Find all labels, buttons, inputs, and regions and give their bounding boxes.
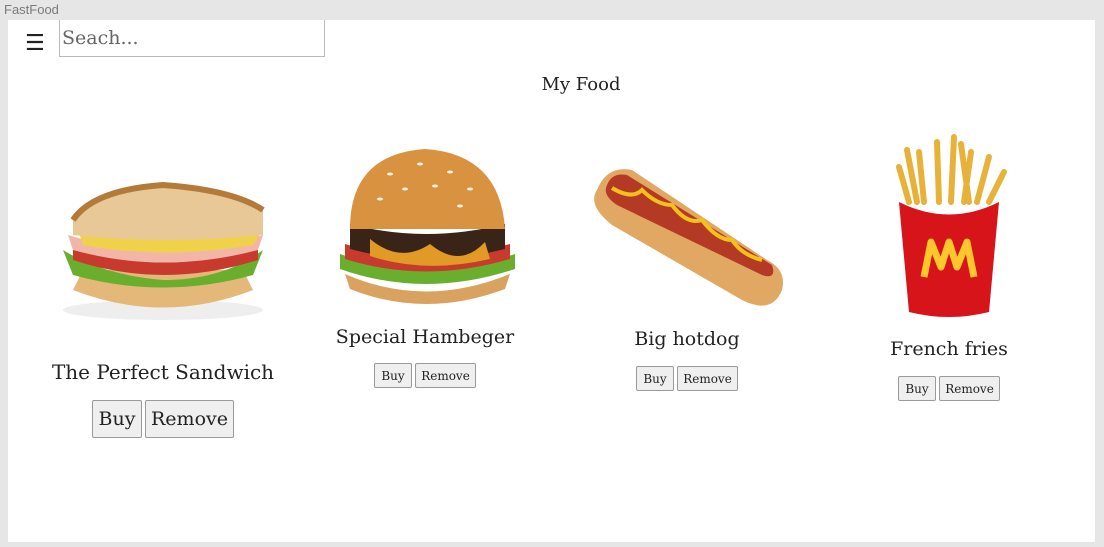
remove-button[interactable]: Remove <box>145 400 234 438</box>
item-name: Big hotdog <box>634 328 740 350</box>
hotdog-image <box>582 150 792 330</box>
remove-button[interactable]: Remove <box>415 363 476 388</box>
item-name: French fries <box>890 338 1008 360</box>
food-card-hamburger: Special Hambeger Buy Remove <box>300 134 550 388</box>
buy-button[interactable]: Buy <box>374 363 412 388</box>
buy-button[interactable]: Buy <box>898 376 936 401</box>
item-name: Special Hambeger <box>335 326 515 348</box>
window-title: FastFood <box>4 2 59 17</box>
buy-button[interactable]: Buy <box>92 400 142 438</box>
remove-button[interactable]: Remove <box>939 376 1000 401</box>
hamburger-menu-icon[interactable]: ☰ <box>25 33 45 55</box>
search-input[interactable] <box>59 20 325 57</box>
item-name: The Perfect Sandwich <box>51 360 275 384</box>
french-fries-image <box>879 132 1019 332</box>
buy-button[interactable]: Buy <box>636 366 674 391</box>
sandwich-image <box>43 150 283 330</box>
food-card-french-fries: French fries Buy Remove <box>824 132 1074 401</box>
page-content: ☰ My Food The Perfect Sandwich Buy Remov… <box>8 20 1095 542</box>
food-card-hotdog: Big hotdog Buy Remove <box>562 150 812 391</box>
hamburger-image <box>310 134 540 324</box>
page-title: My Food <box>541 74 621 95</box>
remove-button[interactable]: Remove <box>677 366 738 391</box>
food-card-sandwich: The Perfect Sandwich Buy Remove <box>38 150 288 438</box>
